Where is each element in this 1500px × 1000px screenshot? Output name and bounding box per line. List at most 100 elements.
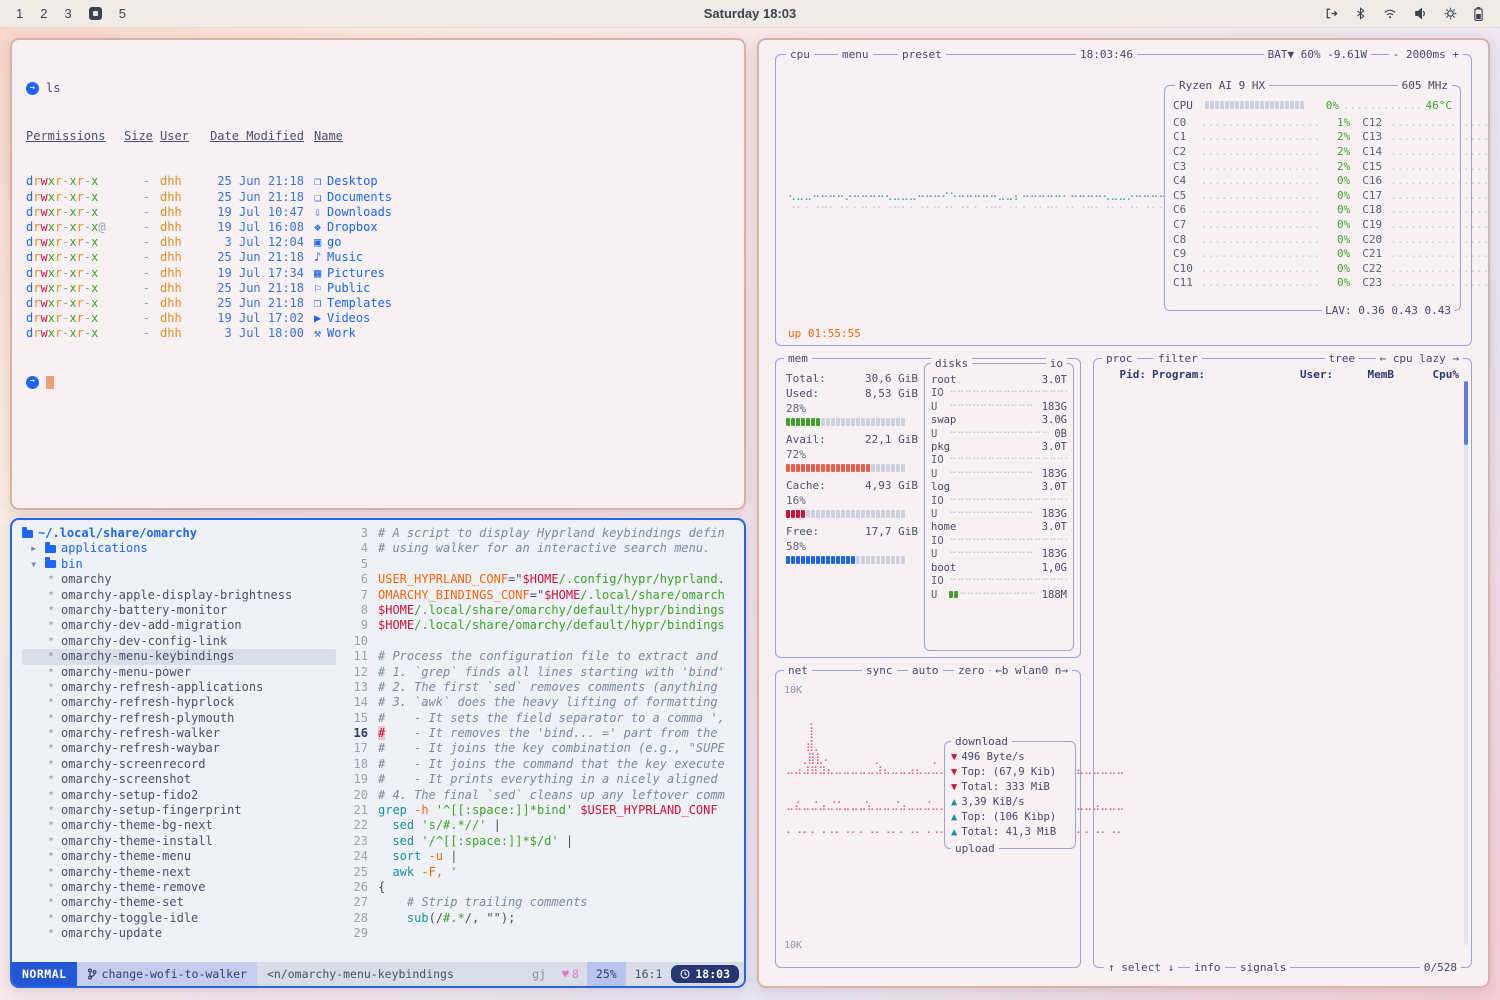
- info-control[interactable]: info: [1190, 960, 1225, 975]
- col-pid[interactable]: Pid:: [1102, 367, 1146, 382]
- process-scrollbar[interactable]: [1464, 381, 1468, 945]
- col-memb[interactable]: MemB: [1346, 367, 1394, 382]
- tree-file-item[interactable]: *omarchy-theme-remove: [22, 880, 342, 895]
- tab-sync[interactable]: sync: [862, 663, 897, 678]
- tree-file-item[interactable]: *omarchy-theme-install: [22, 834, 342, 849]
- tree-file-item[interactable]: *omarchy-dev-config-link: [22, 634, 342, 649]
- line-number: 12: [342, 665, 368, 680]
- terminal-window[interactable]: → ls PermissionsSizeUserDate ModifiedNam…: [10, 38, 746, 510]
- tree-file-item[interactable]: *omarchy-theme-set: [22, 895, 342, 910]
- tab-io[interactable]: io: [1046, 356, 1067, 371]
- tab-tree[interactable]: tree: [1325, 351, 1360, 366]
- col-user[interactable]: User:: [1300, 367, 1340, 382]
- code-editor-pane[interactable]: 3# A script to display Hyprland keybindi…: [342, 520, 744, 962]
- file-tree-pane[interactable]: ~/.local/share/omarchy▸applications▾bin*…: [12, 520, 342, 962]
- tree-file-item[interactable]: *omarchy-update: [22, 926, 342, 941]
- tree-file-item[interactable]: *omarchy-screenshot: [22, 772, 342, 787]
- disk-used-meter: ⠒⠒⠒⠒⠒⠒⠒⠒⠒⠒⠒⠒⠒⠒: [949, 548, 1035, 561]
- tree-root-item[interactable]: ~/.local/share/omarchy: [22, 526, 342, 541]
- battery-icon[interactable]: [1473, 6, 1484, 22]
- tree-file-item[interactable]: *omarchy-theme-bg-next: [22, 818, 342, 833]
- neovim-window[interactable]: ~/.local/share/omarchy▸applications▾bin*…: [10, 518, 746, 988]
- tree-file-item[interactable]: *omarchy-theme-menu: [22, 849, 342, 864]
- cpu-core-row: C14..................1%: [1362, 144, 1490, 159]
- tab-disks[interactable]: disks: [931, 356, 972, 371]
- folder-icon: ⚒: [314, 326, 327, 341]
- folder-name: Public: [327, 281, 370, 295]
- tab-net[interactable]: net: [784, 663, 812, 678]
- cpu-core-row: C16..................0%: [1362, 173, 1490, 188]
- tab-proc[interactable]: proc: [1102, 351, 1137, 366]
- select-control[interactable]: ↑ select ↓: [1104, 960, 1178, 975]
- tree-dir-item[interactable]: ▸applications: [22, 541, 342, 556]
- file-bullet-icon: *: [46, 649, 56, 664]
- btop-window[interactable]: cpu menu preset 18:03:46 BAT▼ 60% -9.61W…: [757, 38, 1490, 988]
- tab-cpu[interactable]: cpu: [786, 47, 814, 62]
- tree-file-item[interactable]: *omarchy-refresh-hyprlock: [22, 695, 342, 710]
- volume-icon[interactable]: [1413, 6, 1428, 21]
- tree-file-item[interactable]: *omarchy-toggle-idle: [22, 911, 342, 926]
- wifi-icon[interactable]: [1382, 7, 1398, 21]
- tab-mem[interactable]: mem: [784, 351, 812, 366]
- settings-gear-icon[interactable]: [1443, 6, 1458, 21]
- tree-file-item[interactable]: *omarchy: [22, 572, 342, 587]
- core-name: C20: [1362, 232, 1390, 247]
- leader-dots: ..................: [1201, 275, 1320, 290]
- perm-char: r: [77, 205, 84, 219]
- code-token: $HOME: [378, 603, 414, 617]
- tree-file-item[interactable]: *omarchy-apple-display-brightness: [22, 588, 342, 603]
- leader-dots: ..................: [1201, 261, 1320, 276]
- tree-file-item[interactable]: *omarchy-setup-fingerprint: [22, 803, 342, 818]
- scrollbar-thumb[interactable]: [1464, 381, 1468, 445]
- code-token: 's/#.*//': [414, 818, 486, 832]
- ls-column-header: Name: [314, 129, 730, 144]
- meter-block: [856, 510, 860, 518]
- signals-control[interactable]: signals: [1236, 960, 1290, 975]
- tree-file-item[interactable]: *omarchy-setup-fido2: [22, 788, 342, 803]
- cpu-core-row: C6..................0%: [1173, 203, 1350, 218]
- tree-file-item[interactable]: *omarchy-refresh-walker: [22, 726, 342, 741]
- cpu-core-row: C10..................0%: [1173, 261, 1350, 276]
- tree-file-item[interactable]: *omarchy-theme-next: [22, 865, 342, 880]
- workspace-button[interactable]: 5: [119, 6, 126, 21]
- tree-file-item[interactable]: *omarchy-dev-add-migration: [22, 618, 342, 633]
- user-cell: dhh: [160, 250, 194, 265]
- bluetooth-icon[interactable]: [1354, 6, 1367, 21]
- code-text: # A script to display Hyprland keybindin…: [378, 526, 725, 541]
- workspace-button[interactable]: 2: [40, 6, 47, 21]
- logout-icon[interactable]: [1324, 6, 1339, 21]
- col-program[interactable]: Program:: [1152, 367, 1294, 382]
- tree-file-item[interactable]: *omarchy-refresh-plymouth: [22, 711, 342, 726]
- refresh-rate-control[interactable]: - 2000ms +: [1389, 47, 1463, 62]
- tab-auto[interactable]: auto: [908, 663, 943, 678]
- tab-menu[interactable]: menu: [838, 47, 873, 62]
- code-line: 20# 4. The final `sed` cleans up any lef…: [342, 788, 744, 803]
- tree-file-item[interactable]: *omarchy-screenrecord: [22, 757, 342, 772]
- col-cpu[interactable]: Cpu%: [1425, 367, 1459, 382]
- tab-filter[interactable]: filter: [1154, 351, 1202, 366]
- tree-file-item[interactable]: *omarchy-refresh-applications: [22, 680, 342, 695]
- stat-text: 3,39 KiB/s: [961, 795, 1024, 810]
- name-cell: ▦Pictures: [314, 266, 730, 281]
- workspace-active-indicator[interactable]: [89, 7, 102, 20]
- workspace-button[interactable]: 1: [16, 6, 23, 21]
- tree-file-item[interactable]: *omarchy-refresh-waybar: [22, 741, 342, 756]
- sort-column-selector[interactable]: ← cpu lazy →: [1376, 351, 1463, 366]
- tree-file-item[interactable]: *omarchy-menu-keybindings: [22, 649, 336, 664]
- tab-preset[interactable]: preset: [898, 47, 946, 62]
- stat-name: Cache:: [786, 478, 826, 493]
- workspace-button[interactable]: 3: [64, 6, 71, 21]
- meter-block: [836, 418, 840, 426]
- network-interface-label[interactable]: ←b wlan0 n→: [991, 663, 1072, 678]
- tree-file-item[interactable]: *omarchy-menu-power: [22, 665, 342, 680]
- core-percent: 0%: [1320, 217, 1350, 232]
- tree-dir-item[interactable]: ▾bin: [22, 557, 342, 572]
- tab-zero[interactable]: zero: [954, 663, 989, 678]
- tree-file-item[interactable]: *omarchy-battery-monitor: [22, 603, 342, 618]
- meter-block: [821, 556, 825, 564]
- date-cell: 3 Jul 12:04: [204, 235, 304, 250]
- perm-char: x: [48, 266, 55, 280]
- cpu-core-row: C21..................0%: [1362, 246, 1490, 261]
- meter-block: [826, 510, 830, 518]
- disk-name-row: root3.0T: [931, 374, 1067, 387]
